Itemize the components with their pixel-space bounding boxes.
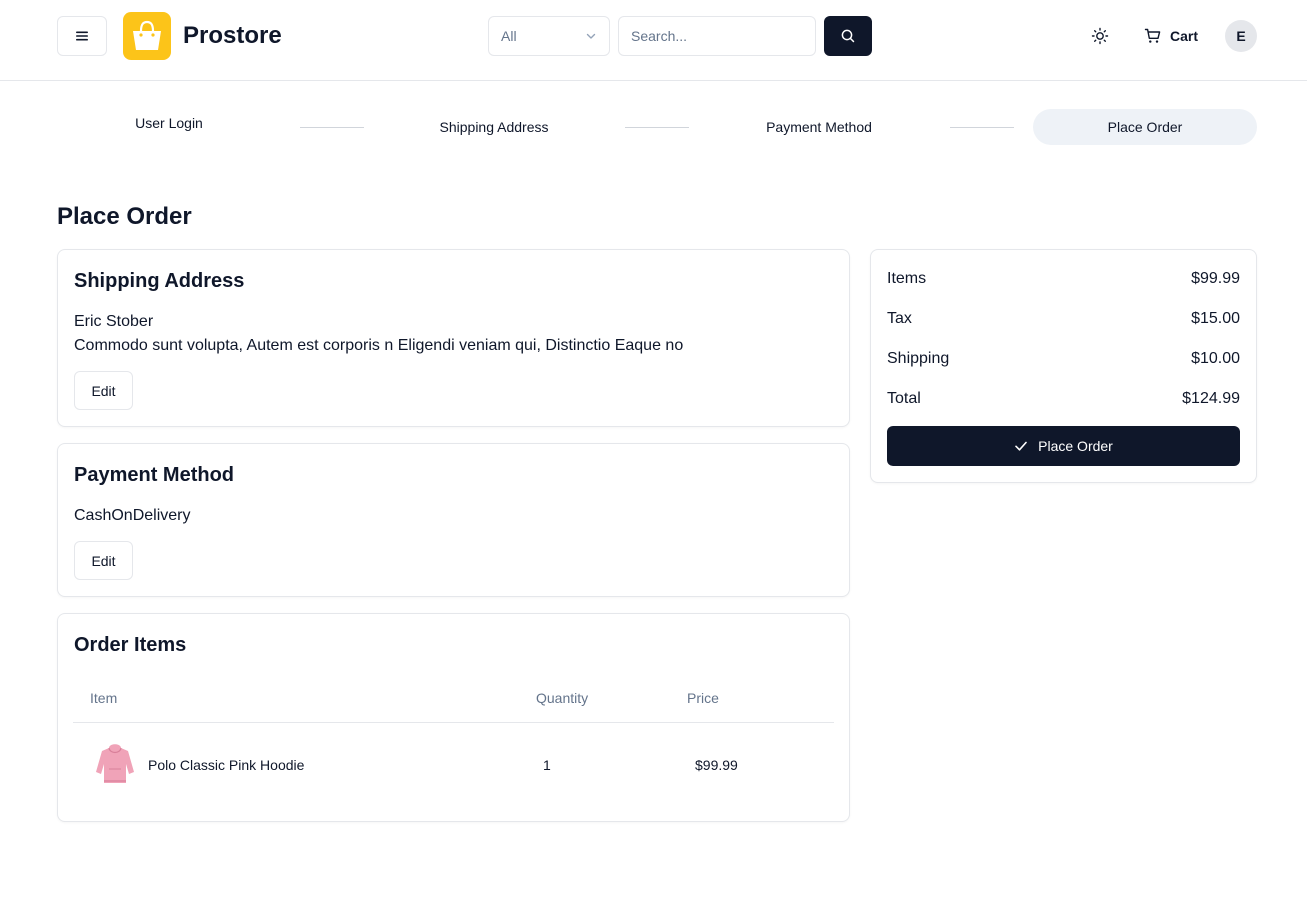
summary-shipping-row: Shipping $10.00 <box>887 349 1240 369</box>
search-input[interactable] <box>618 16 816 56</box>
column-header-quantity: Quantity <box>536 690 589 706</box>
summary-total-label: Total <box>887 390 921 407</box>
site-header: Prostore All Cart E <box>0 0 1307 81</box>
category-select[interactable]: All <box>488 16 610 56</box>
sun-icon <box>1091 27 1109 45</box>
page-title: Place Order <box>57 203 192 230</box>
logo[interactable] <box>123 12 171 60</box>
column-header-item: Item <box>90 690 118 706</box>
cart-link[interactable]: Cart <box>1140 20 1202 52</box>
summary-shipping-value: $10.00 <box>1191 350 1240 367</box>
summary-items-label: Items <box>887 270 927 287</box>
shipping-card-title: Shipping Address <box>74 270 245 292</box>
shipping-address-text: Commodo sunt volupta, Autem est corporis… <box>74 337 684 354</box>
order-summary-card: Items $99.99 Tax $15.00 Shipping $10.00 … <box>870 249 1257 483</box>
edit-shipping-button[interactable]: Edit <box>74 371 133 410</box>
order-items-card: Order Items Item Quantity Price Polo Cla… <box>57 613 850 822</box>
summary-items-value: $99.99 <box>1191 270 1240 287</box>
shipping-name: Eric Stober <box>74 313 154 330</box>
summary-tax-value: $15.00 <box>1191 310 1240 327</box>
step-place-order-active: Place Order <box>1033 109 1257 145</box>
column-header-price: Price <box>687 690 719 706</box>
product-name-link[interactable]: Polo Classic Pink Hoodie <box>148 757 304 773</box>
menu-button[interactable] <box>57 16 107 56</box>
step-payment-method: Payment Method <box>766 119 872 135</box>
order-items-title: Order Items <box>74 634 187 656</box>
check-icon <box>1015 441 1027 451</box>
summary-total-value: $124.99 <box>1182 390 1240 407</box>
chevron-down-icon <box>586 33 596 39</box>
theme-toggle-button[interactable] <box>1084 20 1116 52</box>
payment-method-card: Payment Method CashOnDelivery Edit <box>57 443 850 597</box>
payment-method-value: CashOnDelivery <box>74 507 191 524</box>
product-price: $99.99 <box>695 757 738 773</box>
edit-payment-button[interactable]: Edit <box>74 541 133 580</box>
product-thumbnail[interactable] <box>90 738 140 788</box>
user-avatar[interactable]: E <box>1225 20 1257 52</box>
brand-name[interactable]: Prostore <box>183 20 282 52</box>
step-connector <box>625 127 689 128</box>
summary-tax-row: Tax $15.00 <box>887 309 1240 329</box>
category-select-value: All <box>501 28 517 44</box>
shopping-bag-icon <box>133 20 161 50</box>
table-header-divider <box>73 722 834 723</box>
cart-label: Cart <box>1170 28 1199 44</box>
step-shipping-address: Shipping Address <box>439 119 549 135</box>
summary-items-row: Items $99.99 <box>887 269 1240 289</box>
place-order-button[interactable]: Place Order <box>887 426 1240 466</box>
product-quantity: 1 <box>543 757 551 773</box>
shipping-address-card: Shipping Address Eric Stober Commodo sun… <box>57 249 850 427</box>
summary-total-row: Total $124.99 <box>887 389 1240 409</box>
summary-shipping-label: Shipping <box>887 350 950 367</box>
place-order-label: Place Order <box>1038 438 1113 454</box>
payment-card-title: Payment Method <box>74 464 235 486</box>
step-connector <box>300 127 364 128</box>
hamburger-icon <box>76 31 88 41</box>
search-button[interactable] <box>824 16 872 56</box>
step-connector <box>950 127 1014 128</box>
search-icon <box>841 29 855 43</box>
summary-tax-label: Tax <box>887 310 912 327</box>
step-user-login: User Login <box>135 115 203 131</box>
cart-icon <box>1144 28 1161 43</box>
